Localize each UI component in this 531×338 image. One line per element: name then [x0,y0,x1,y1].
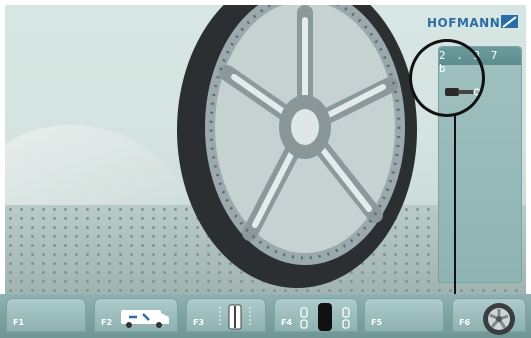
f4-label: F4 [281,318,293,327]
brand-logo-text: HOFMANN [427,16,500,30]
f6-button[interactable]: F6 [452,298,526,335]
f4-button[interactable]: F4 [274,298,358,332]
f6-label: F6 [459,318,471,327]
f1-label: F1 [13,318,25,327]
f2-button[interactable]: F2 [94,298,178,332]
function-key-bar: F1 F2 F3 F4 F5 F6 [0,294,531,338]
f1-button[interactable]: F1 [6,298,86,332]
wheel-icon [483,303,515,335]
wheel-profile-icon [219,304,251,330]
callout-circle [409,39,485,117]
service-van-icon [121,310,169,328]
f2-label: F2 [101,318,113,327]
f3-button[interactable]: F3 [186,298,266,332]
f5-label: F5 [371,318,383,327]
brand-logo: HOFMANN [425,12,521,34]
weight-positions-icon [300,303,350,331]
alloy-wheel-illustration [177,5,417,288]
f3-label: F3 [193,318,205,327]
f5-button[interactable]: F5 [364,298,444,332]
balancer-screen: HOFMANN 2 . 3 7 b F1 F2 F3 F4 F5 F6 [0,0,531,338]
